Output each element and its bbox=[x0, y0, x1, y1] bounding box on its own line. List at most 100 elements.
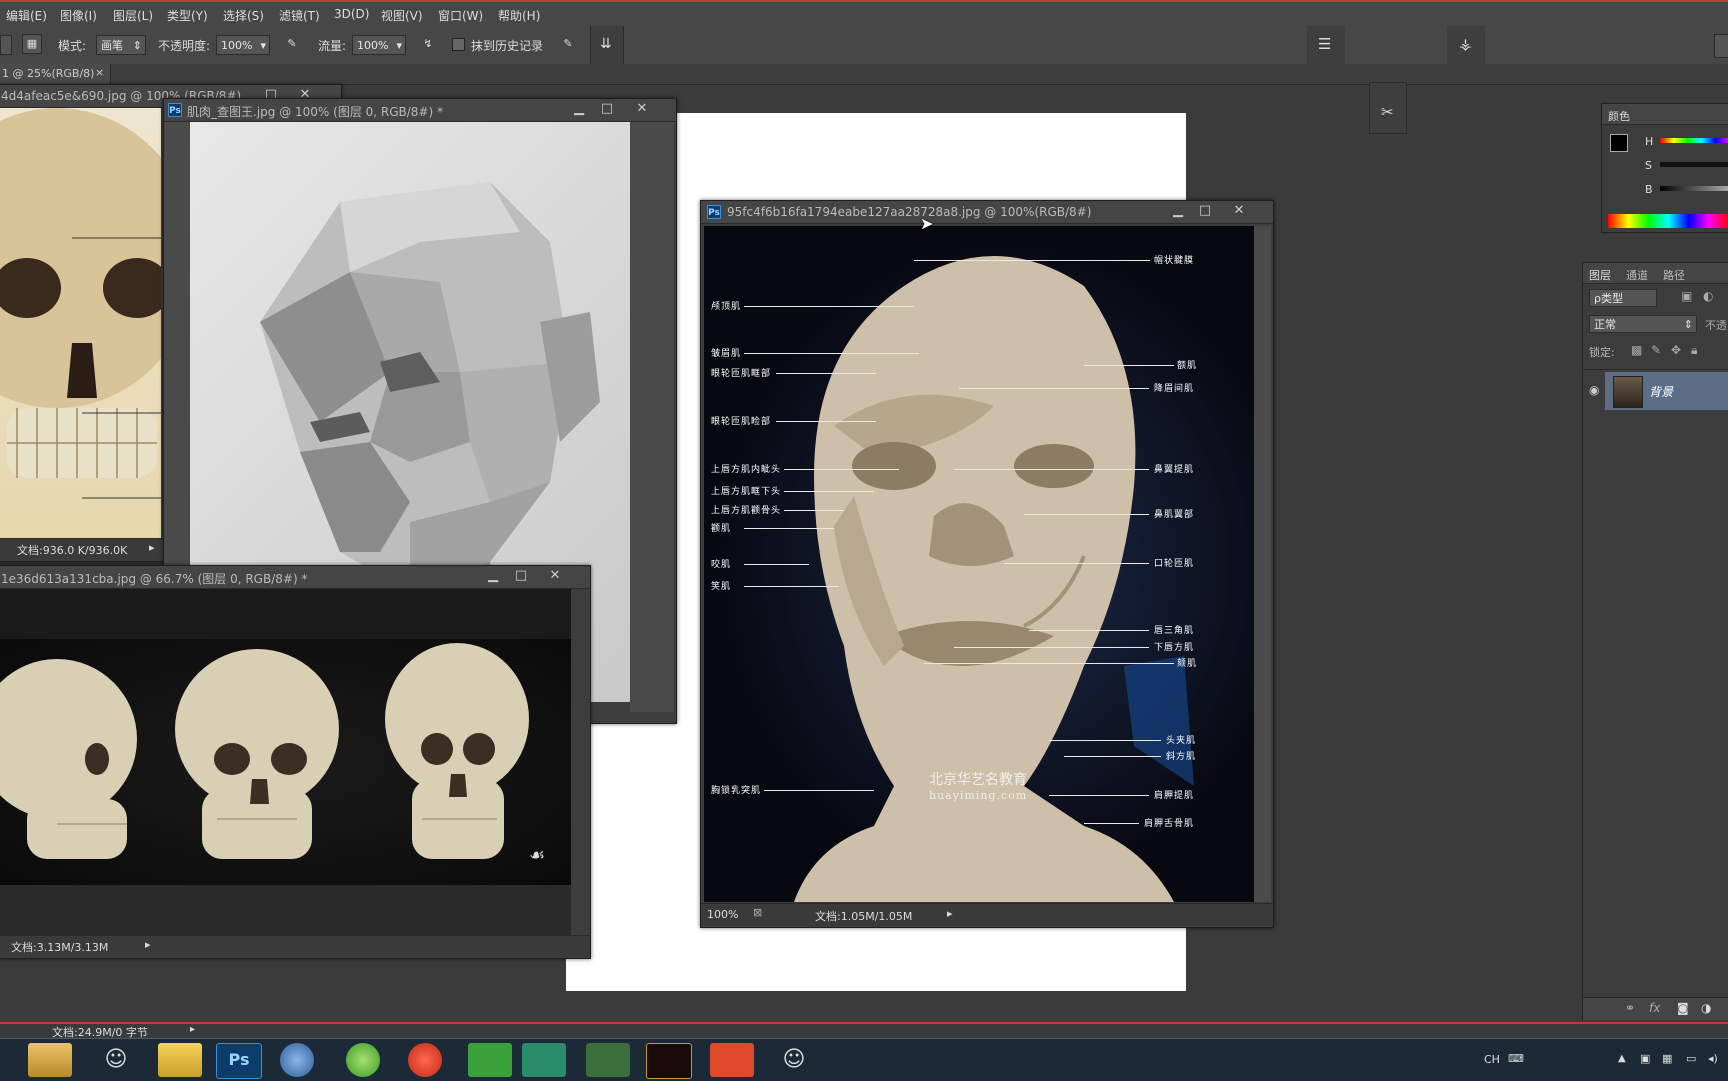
browser-icon[interactable] bbox=[280, 1043, 314, 1077]
notepad-icon[interactable] bbox=[158, 1043, 202, 1077]
window-titlebar[interactable]: Ps 肌肉_查图王.jpg @ 100% (图层 0, RGB/8#) * ▁ … bbox=[164, 99, 676, 122]
qq-icon[interactable]: ☺ bbox=[94, 1043, 138, 1077]
chevron-down-icon: ▾ bbox=[396, 39, 402, 52]
mask-icon[interactable]: ◙ bbox=[1677, 1001, 1689, 1015]
tray-display-icon[interactable]: ▭ bbox=[1686, 1052, 1696, 1065]
lock-transparent-icon[interactable]: ▩ bbox=[1631, 343, 1642, 357]
triangle-right-icon[interactable]: ▸ bbox=[947, 907, 953, 920]
close-icon[interactable]: ✕ bbox=[632, 101, 652, 117]
download-icon[interactable] bbox=[346, 1043, 380, 1077]
adjustments-dock[interactable]: ☰ bbox=[1307, 26, 1345, 64]
close-icon[interactable]: ✕ bbox=[1229, 203, 1249, 219]
tab-document[interactable]: 1 @ 25%(RGB/8) × bbox=[0, 64, 111, 84]
tool-preset-picker[interactable] bbox=[0, 35, 12, 55]
tab-color[interactable]: 颜色 bbox=[1608, 108, 1630, 124]
workspace-switcher[interactable] bbox=[1714, 34, 1728, 58]
maximize-icon[interactable]: □ bbox=[597, 101, 617, 117]
window-muscle-head[interactable]: Ps 95fc4f6b16fa1794eabe127aa28728a8.jpg … bbox=[700, 200, 1274, 928]
eye-icon[interactable]: ◉ bbox=[1589, 383, 1599, 397]
lock-brush-icon[interactable]: ✎ bbox=[1651, 343, 1661, 357]
file-explorer-icon[interactable] bbox=[28, 1043, 72, 1077]
lock-move-icon[interactable]: ✥ bbox=[1671, 343, 1681, 357]
video-player-icon[interactable] bbox=[408, 1043, 442, 1077]
triangle-right-icon[interactable]: ▸ bbox=[190, 1024, 195, 1035]
tools-icon[interactable]: ✂ bbox=[1381, 103, 1394, 121]
minimize-icon[interactable]: ▁ bbox=[569, 101, 589, 117]
minimize-icon[interactable]: ▁ bbox=[1168, 203, 1188, 219]
minimize-icon[interactable]: ▁ bbox=[483, 568, 503, 584]
tab-paths[interactable]: 路径 bbox=[1663, 267, 1685, 283]
tab-channels[interactable]: 通道 bbox=[1626, 267, 1648, 283]
annotation-label: 上唇方肌颧骨头 bbox=[711, 506, 782, 516]
language-indicator[interactable]: CH bbox=[1484, 1053, 1500, 1066]
layer-filter-select[interactable]: ρ类型 bbox=[1589, 289, 1657, 307]
canvas-pasteboard bbox=[1254, 226, 1271, 902]
pressure-opacity-icon[interactable]: ✎ bbox=[282, 35, 302, 55]
menu-help[interactable]: 帮助(H) bbox=[498, 7, 540, 24]
annotation-line bbox=[784, 510, 844, 511]
brush-dock[interactable]: ⇊ bbox=[590, 26, 624, 64]
keyboard-icon[interactable]: ⌨ bbox=[1508, 1052, 1524, 1065]
tool-dock[interactable]: ⚶ bbox=[1447, 26, 1485, 64]
blend-mode-select[interactable]: 正常 ⇕ bbox=[1589, 315, 1697, 333]
camtasia-icon[interactable] bbox=[468, 1043, 512, 1077]
photoshop-icon[interactable]: Ps bbox=[216, 1043, 262, 1079]
filter-image-icon[interactable]: ▣ bbox=[1681, 289, 1692, 303]
history-checkbox[interactable] bbox=[452, 38, 465, 51]
brush-panel-toggle-icon[interactable]: ▦ bbox=[22, 34, 42, 54]
menu-window[interactable]: 窗口(W) bbox=[438, 7, 483, 24]
sliders-icon: ☰ bbox=[1318, 35, 1332, 53]
window-titlebar[interactable]: 1e36d613a131cba.jpg @ 66.7% (图层 0, RGB/8… bbox=[0, 566, 590, 589]
qq-second-icon[interactable]: ☺ bbox=[772, 1043, 816, 1077]
tray-app-icon[interactable]: ▣ bbox=[1640, 1052, 1650, 1065]
menu-select[interactable]: 选择(S) bbox=[223, 7, 264, 24]
color-ramp[interactable] bbox=[1608, 214, 1728, 228]
menu-image[interactable]: 图像(I) bbox=[60, 7, 97, 24]
status-info-icon[interactable]: ⊠ bbox=[753, 906, 762, 919]
menu-3d[interactable]: 3D(D) bbox=[334, 7, 369, 21]
window-title: 肌肉_查图王.jpg @ 100% (图层 0, RGB/8#) * bbox=[187, 105, 443, 119]
flow-input[interactable]: 100% ▾ bbox=[352, 35, 406, 55]
layer-name[interactable]: 背景 bbox=[1649, 383, 1673, 400]
zoom-level[interactable]: 100% bbox=[707, 908, 738, 921]
menu-view[interactable]: 视图(V) bbox=[381, 7, 423, 24]
foreground-swatch[interactable] bbox=[1610, 134, 1628, 152]
layers-panel-header: 图层 通道 路径 bbox=[1583, 263, 1728, 284]
menu-edit[interactable]: 编辑(E) bbox=[6, 7, 47, 24]
link-icon[interactable]: ⚭ bbox=[1625, 1001, 1635, 1015]
close-icon[interactable]: × bbox=[95, 66, 104, 79]
saturation-slider[interactable] bbox=[1660, 162, 1728, 167]
camtasia-red-icon[interactable] bbox=[710, 1043, 754, 1077]
tab-layers[interactable]: 图层 bbox=[1589, 267, 1611, 283]
recorder-icon[interactable] bbox=[646, 1043, 692, 1079]
maximize-icon[interactable]: □ bbox=[1195, 203, 1215, 219]
brightness-slider[interactable] bbox=[1660, 186, 1728, 191]
brightness-label: B bbox=[1645, 183, 1653, 196]
mode-select[interactable]: 画笔 ⇕ bbox=[96, 35, 146, 55]
pressure-size-icon[interactable]: ✎ bbox=[558, 35, 578, 55]
triangle-right-icon[interactable]: ▸ bbox=[149, 541, 155, 554]
close-icon[interactable]: ✕ bbox=[545, 568, 565, 584]
menu-filter[interactable]: 滤镜(T) bbox=[279, 7, 320, 24]
layer-row[interactable]: ◉ 背景 bbox=[1583, 371, 1728, 411]
adjustment-layer-icon[interactable]: ◑ bbox=[1701, 1001, 1711, 1015]
wechat-icon[interactable] bbox=[586, 1043, 630, 1077]
tray-expand-icon[interactable]: ▲ bbox=[1618, 1053, 1626, 1064]
fx-icon[interactable]: fx bbox=[1649, 1001, 1660, 1015]
window-titlebar[interactable]: Ps 95fc4f6b16fa1794eabe127aa28728a8.jpg … bbox=[701, 201, 1273, 224]
airbrush-icon[interactable]: ↯ bbox=[418, 35, 438, 55]
opacity-input[interactable]: 100% ▾ bbox=[216, 35, 270, 55]
volume-icon[interactable]: ◂) bbox=[1708, 1052, 1718, 1065]
skull-front-image bbox=[0, 108, 161, 538]
menu-layer[interactable]: 图层(L) bbox=[113, 7, 153, 24]
sync-icon[interactable] bbox=[522, 1043, 566, 1077]
tray-network-icon[interactable]: ▦ bbox=[1662, 1052, 1672, 1065]
skulls-image: ☙ bbox=[0, 639, 571, 885]
maximize-icon[interactable]: □ bbox=[511, 568, 531, 584]
menu-type[interactable]: 类型(Y) bbox=[167, 7, 208, 24]
lock-icon[interactable]: 🔒︎ bbox=[1691, 343, 1697, 358]
window-skulls-row[interactable]: 1e36d613a131cba.jpg @ 66.7% (图层 0, RGB/8… bbox=[0, 565, 591, 959]
hue-slider[interactable] bbox=[1660, 138, 1728, 143]
filter-adjust-icon[interactable]: ◐ bbox=[1703, 289, 1713, 303]
triangle-right-icon[interactable]: ▸ bbox=[145, 938, 151, 951]
